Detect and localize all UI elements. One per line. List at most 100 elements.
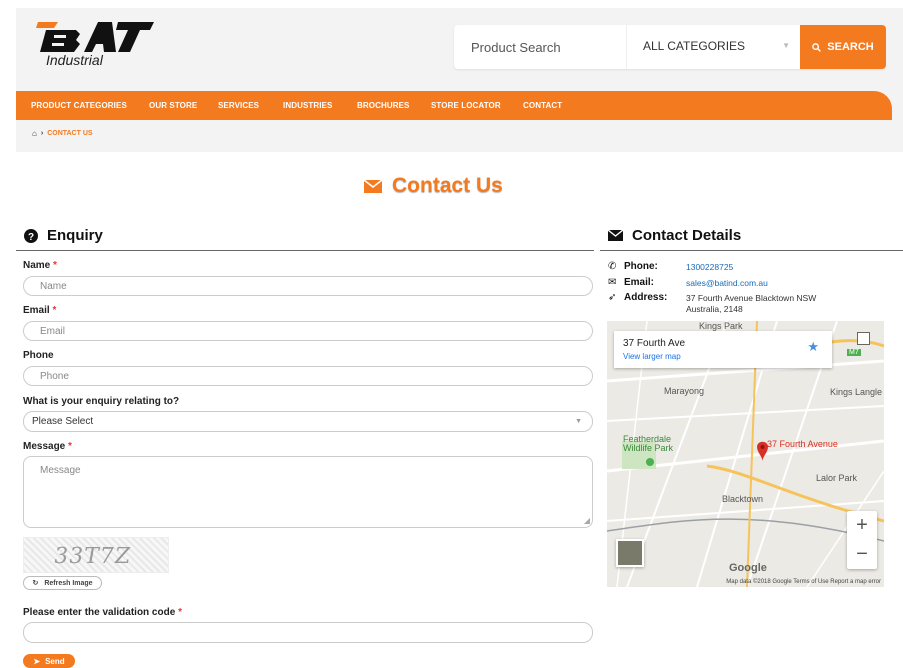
nav-item-industries[interactable]: INDUSTRIES xyxy=(283,101,332,110)
address-row: ➶ Address: 37 Fourth Avenue Blacktown NS… xyxy=(608,292,816,315)
question-circle-icon: ? xyxy=(24,228,38,243)
required-mark: * xyxy=(52,305,57,316)
google-logo: Google xyxy=(729,562,767,574)
address-line-1: 37 Fourth Avenue Blacktown NSW xyxy=(686,293,817,303)
zoom-out-button[interactable]: − xyxy=(847,540,877,569)
nav-item-store-locator[interactable]: STORE LOCATOR xyxy=(431,101,501,110)
star-icon[interactable]: ★ xyxy=(807,339,819,355)
chevron-down-icon: ▼ xyxy=(575,418,582,425)
nav-item-product-categories[interactable]: PRODUCT CATEGORIES xyxy=(31,101,127,110)
product-search-input[interactable] xyxy=(454,25,626,69)
location-arrow-icon: ➶ xyxy=(608,292,617,303)
logo-subtitle: Industrial xyxy=(46,52,103,68)
page-title: Contact Us xyxy=(364,174,503,198)
refresh-image-button[interactable]: ↻ Refresh Image xyxy=(23,576,102,590)
enquiry-type-value: Please Select xyxy=(32,416,94,427)
email-label: Email * xyxy=(23,305,56,316)
phone-label: Phone xyxy=(23,350,54,361)
email-placeholder: Email xyxy=(40,325,66,337)
phone-row: ✆ Phone: 1300228725 xyxy=(608,261,733,273)
name-label-text: Name xyxy=(23,260,51,271)
contact-divider xyxy=(600,250,903,251)
envelope-icon: ✉ xyxy=(608,277,617,288)
send-button-label: Send xyxy=(45,656,65,666)
site-header: Industrial ALL CATEGORIES ▼ SEARCH PRODU… xyxy=(16,8,903,152)
validation-label: Please enter the validation code * xyxy=(23,607,182,618)
category-select-value: ALL CATEGORIES xyxy=(643,39,746,53)
address-line-2: Australia, 2148 xyxy=(686,304,743,314)
map-label-kings-langley: Kings Langle xyxy=(830,387,883,397)
phone-key: Phone: xyxy=(624,261,658,272)
email-key: Email: xyxy=(624,277,655,288)
map-label-lalor-park: Lalor Park xyxy=(816,473,858,483)
street-view-thumbnail[interactable] xyxy=(616,539,644,567)
name-placeholder: Name xyxy=(40,280,67,292)
phone-label-text: Phone xyxy=(23,350,54,361)
send-button[interactable]: ➤ Send xyxy=(23,654,75,668)
validation-label-text: Please enter the validation code xyxy=(23,607,176,618)
map-label-wildlife-park: Wildlife Park xyxy=(623,443,674,453)
google-map[interactable]: 37 Fourth Ave View larger map ★ Kings Pa… xyxy=(607,321,884,587)
phone-field[interactable]: Phone xyxy=(23,366,593,386)
captcha-image: 33T7Z xyxy=(23,537,169,573)
map-label-kings-park: Kings Park xyxy=(699,321,743,331)
relating-label: What is your enquiry relating to? xyxy=(23,396,180,407)
email-link[interactable]: sales@batind.com.au xyxy=(686,277,768,289)
envelope-icon xyxy=(608,230,623,241)
address-value: 37 Fourth Avenue Blacktown NSW Australia… xyxy=(686,292,816,315)
name-label: Name * xyxy=(23,260,57,271)
map-label-m7: M7 xyxy=(847,349,861,356)
search-button[interactable]: SEARCH xyxy=(800,25,886,69)
home-icon[interactable]: ⌂ xyxy=(32,129,37,138)
name-field[interactable]: Name xyxy=(23,276,593,296)
breadcrumb: ⌂ › CONTACT US xyxy=(32,129,93,138)
address-key: Address: xyxy=(624,292,668,303)
fullscreen-icon[interactable] xyxy=(857,332,870,345)
email-field[interactable]: Email xyxy=(23,321,593,341)
svg-text:?: ? xyxy=(28,232,34,243)
enquiry-heading-text: Enquiry xyxy=(47,227,103,244)
breadcrumb-separator-icon: › xyxy=(40,130,44,137)
page-title-text: Contact Us xyxy=(392,174,503,197)
resize-handle-icon[interactable]: ◢ xyxy=(584,516,590,525)
phone-icon: ✆ xyxy=(608,261,617,272)
message-textarea[interactable]: Message ◢ xyxy=(23,456,593,528)
phone-placeholder: Phone xyxy=(40,370,69,382)
envelope-icon xyxy=(364,179,382,193)
send-icon: ➤ xyxy=(33,656,41,666)
message-placeholder: Message xyxy=(40,465,81,476)
chevron-down-icon: ▼ xyxy=(782,41,790,50)
validation-code-field[interactable] xyxy=(23,622,593,643)
map-place-card: 37 Fourth Ave View larger map ★ xyxy=(614,331,832,368)
map-label-blacktown: Blacktown xyxy=(722,494,764,504)
map-pin-label: 37 Fourth Avenue xyxy=(767,439,838,449)
map-zoom-control: + − xyxy=(847,511,877,569)
phone-link[interactable]: 1300228725 xyxy=(686,261,733,273)
nav-item-brochures[interactable]: BROCHURES xyxy=(357,101,409,110)
refresh-icon: ↻ xyxy=(32,580,39,587)
captcha-text: 33T7Z xyxy=(51,544,134,569)
category-select[interactable]: ALL CATEGORIES ▼ xyxy=(626,25,800,69)
message-label: Message * xyxy=(23,441,72,452)
required-mark: * xyxy=(178,607,182,618)
email-label-text: Email xyxy=(23,305,50,316)
enquiry-type-select[interactable]: Please Select ▼ xyxy=(23,411,593,432)
view-larger-map-link[interactable]: View larger map xyxy=(623,352,681,361)
email-row: ✉ Email: sales@batind.com.au xyxy=(608,277,768,289)
nav-item-contact[interactable]: CONTACT xyxy=(523,101,562,110)
message-label-text: Message xyxy=(23,441,66,452)
nav-item-services[interactable]: SERVICES xyxy=(218,101,259,110)
nav-item-our-store[interactable]: OUR STORE xyxy=(149,101,197,110)
map-attribution[interactable]: Map data ©2018 Google Terms of Use Repor… xyxy=(726,579,881,585)
refresh-image-label: Refresh Image xyxy=(44,579,93,587)
map-label-marayong: Marayong xyxy=(664,386,705,396)
search-button-label: SEARCH xyxy=(827,41,874,53)
search-icon xyxy=(812,42,822,52)
zoom-in-button[interactable]: + xyxy=(847,511,877,540)
search-bar: ALL CATEGORIES ▼ SEARCH xyxy=(454,25,886,69)
logo-mark-icon xyxy=(36,22,154,52)
map-place-title: 37 Fourth Ave xyxy=(623,338,686,349)
main-nav: PRODUCT CATEGORIES OUR STORE SERVICES IN… xyxy=(16,91,892,120)
required-mark: * xyxy=(68,441,72,452)
breadcrumb-current: CONTACT US xyxy=(47,130,93,137)
